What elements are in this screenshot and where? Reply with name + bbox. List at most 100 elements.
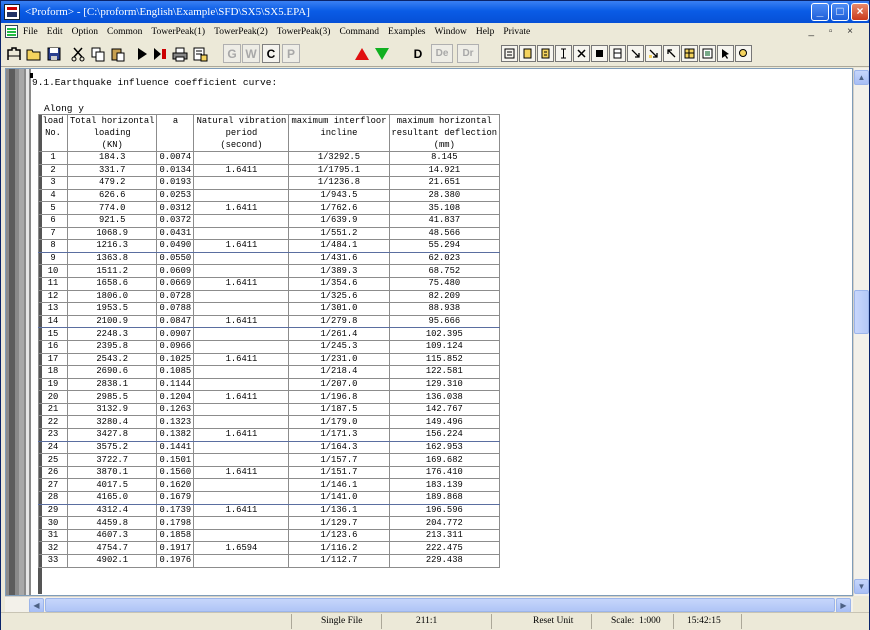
de-button[interactable]: De [431,44,453,63]
close-button[interactable]: × [851,3,869,21]
d-button[interactable]: D [409,44,427,63]
g-button[interactable]: G [223,44,241,63]
mdi-controls[interactable]: _ ▫ × [808,26,859,37]
period-cell [193,453,290,467]
menu-item-private[interactable]: Private [503,27,530,37]
insert-section-icon[interactable] [501,45,518,62]
vertical-scroll-thumb[interactable] [854,290,869,334]
menu-item-towerpeak-3[interactable]: TowerPeak(3) [277,27,331,37]
scroll-right-icon[interactable]: ▶ [836,598,851,613]
window-title: <Proform> - [C:\proform\English\Example\… [25,6,310,18]
page-break-icon[interactable] [609,45,626,62]
pointer-icon[interactable] [717,45,734,62]
a-cell: 0.0609 [156,264,195,278]
deflection-cell: 169.682 [388,453,501,467]
loading-cell: 1658.6 [66,276,158,291]
period-cell [193,478,290,493]
menu-item-command[interactable]: Command [339,27,379,37]
vertical-scrollbar[interactable]: ▲ ▼ [853,68,869,596]
document-view[interactable]: 9.1.Earthquake influence coefficient cur… [5,68,853,596]
scroll-left-icon[interactable]: ◀ [29,598,44,613]
menu-item-edit[interactable]: Edit [47,27,63,37]
deflection-cell: 176.410 [388,465,501,480]
bold-b-icon[interactable] [591,45,608,62]
table-icon[interactable] [681,45,698,62]
menu-item-common[interactable]: Common [107,27,142,37]
table-row: 19 2838.1 0.1144 1/207.0 129.310 [38,377,501,392]
toolbar: G W C P D De Dr [1,41,869,67]
menu-item-option[interactable]: Option [72,27,98,37]
incline-cell: 1/231.0 [288,352,390,367]
period-cell: 1.6411 [193,163,290,178]
load-no-cell: 9 [38,251,68,266]
paste-icon[interactable] [109,44,127,63]
arrow-up-icon[interactable] [353,44,371,63]
insert-note-icon[interactable] [537,45,554,62]
menu-item-examples[interactable]: Examples [388,27,425,37]
align-up-icon[interactable] [663,45,680,62]
print-icon[interactable] [171,44,189,63]
loading-cell: 1953.5 [66,302,158,316]
period-cell [193,402,290,417]
insert-bold-icon[interactable] [519,45,536,62]
page-setup-icon[interactable] [5,44,23,63]
table-row: 12 1806.0 0.0728 1/325.6 82.209 [38,289,501,304]
minimize-button[interactable]: _ [811,3,829,21]
a-cell: 0.0847 [156,314,195,329]
deflection-cell: 196.596 [388,503,501,518]
document-icon[interactable] [5,25,18,38]
load-no-cell: 6 [38,213,68,228]
open-folder-icon[interactable] [25,44,43,63]
run-to-cursor-icon[interactable] [151,44,169,63]
table-row: 16 2395.8 0.0966 1/245.3 109.124 [38,339,501,354]
table-row: 17 2543.2 0.1025 1.6411 1/231.0 115.852 [38,352,501,367]
menu-item-towerpeak-1[interactable]: TowerPeak(1) [151,27,205,37]
horizontal-scrollbar[interactable]: ◀ ▶ [5,596,853,613]
incline-cell: 1/1236.8 [288,176,390,190]
menu-item-help[interactable]: Help [476,27,494,37]
load-no-cell: 10 [38,264,68,278]
dr-button[interactable]: Dr [457,44,479,63]
copy-icon[interactable] [89,44,107,63]
status-scale-value: 1:000 [639,616,661,626]
section-title: 9.1.Earthquake influence coefficient cur… [30,73,277,88]
app-icon[interactable] [4,4,20,20]
run-icon[interactable] [133,44,151,63]
w-button[interactable]: W [242,44,260,63]
title-bar[interactable]: <Proform> - [C:\proform\English\Example\… [1,1,869,23]
table-row: 10 1511.2 0.0609 1/389.3 68.752 [38,264,501,278]
load-no-cell: 2 [38,163,68,178]
incline-cell: 1/484.1 [288,239,390,253]
loading-cell: 2690.6 [66,365,158,379]
column-header-line: period [225,128,258,138]
maximize-button[interactable]: □ [831,3,849,21]
print-preview-icon[interactable] [191,44,209,63]
a-cell: 0.0134 [156,163,195,178]
save-icon[interactable] [45,44,63,63]
direction-label: Along y [44,103,84,114]
table-row: 24 3575.2 0.1441 1/164.3 162.953 [38,440,501,455]
load-no-cell: 3 [38,176,68,190]
loading-cell: 3132.9 [66,402,158,417]
menu-item-file[interactable]: File [23,27,38,37]
delete-cross-icon[interactable] [573,45,590,62]
cut-icon[interactable] [69,44,87,63]
text-cursor-icon[interactable] [555,45,572,62]
period-cell [193,264,290,278]
align-down-icon[interactable] [627,45,644,62]
deflection-cell: 229.438 [388,554,501,568]
arrow-down-icon[interactable] [373,44,391,63]
menu-item-towerpeak-2[interactable]: TowerPeak(2) [214,27,268,37]
load-no-cell: 20 [38,390,68,404]
menu-item-window[interactable]: Window [435,27,467,37]
horizontal-scroll-thumb[interactable] [45,598,835,612]
align-down-yellow-icon[interactable] [645,45,662,62]
c-button[interactable]: C [262,44,280,63]
p-button[interactable]: P [282,44,300,63]
scroll-down-icon[interactable]: ▼ [854,579,869,594]
scroll-up-icon[interactable]: ▲ [854,70,869,85]
zoom-icon[interactable] [735,45,752,62]
loading-cell: 3722.7 [66,453,158,467]
load-no-cell: 23 [38,428,68,442]
figure-icon[interactable] [699,45,716,62]
